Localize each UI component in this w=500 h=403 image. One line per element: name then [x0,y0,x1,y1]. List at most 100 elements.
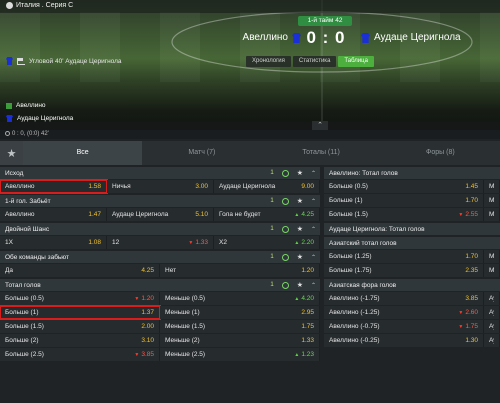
favorite-star-icon[interactable]: ★ [297,169,303,177]
title-bar [0,0,500,13]
odds-cell[interactable]: Больше (1.5) 2.00 [0,320,160,333]
legend-home: Авеллино [16,102,46,109]
outcome-label: Авеллино (-0.25) [329,337,380,344]
odds-cell[interactable]: Меньше (2.5) ▲ 1.23 [160,348,320,361]
odds-cell[interactable]: Больше (2.5) ▼ 3.85 [0,348,160,361]
market-header[interactable]: Исход 1 ★ ⌃ [0,167,320,179]
away-team-name: Аудаце Церигнола [374,32,461,43]
odds-cell[interactable]: Больше (1.75) 2.35 [324,264,484,277]
odds-cell[interactable]: Авеллино (-0.25) 1.30 [324,334,484,347]
link-icon[interactable]: 1 [270,282,273,288]
market-header[interactable]: Обе команды забьют 1 ★ ⌃ [0,251,320,263]
link-icon[interactable]: 1 [270,226,273,232]
market-header[interactable]: Тотал голов 1 ★ ⌃ [0,279,320,291]
market-row: Авеллино (-1.25) ▼2.60 Ауд [324,306,500,319]
odds-cell[interactable]: Гола не будет ▲ 4.25 [214,208,320,221]
link-icon[interactable]: 1 [270,254,273,260]
odds-cell[interactable]: Авеллино (-1.25) ▼ 2.60 [324,306,484,319]
market-row: Больше (2.5) ▼ 3.85 Меньше (2.5) ▲ 1.23 [0,348,320,361]
favorite-star-icon[interactable]: ★ [297,281,303,289]
collapse-chevron-icon[interactable]: ⌃ [311,226,316,233]
favorites-star-icon[interactable]: ★ [0,141,23,165]
info-icon[interactable] [281,169,289,177]
odds-cell[interactable]: Больше (1.25) 1.70 [324,250,484,263]
odds-value: 2.00 [141,323,154,330]
link-icon[interactable]: 1 [270,198,273,204]
market-header[interactable]: Аудаце Церигнола: Тотал голов [324,223,500,235]
market-row: Больше (1) 1.70 Мен [324,194,500,207]
odds-cell[interactable]: Авеллино 1.58 [0,179,108,194]
odds-cell[interactable]: Меньше (1.5) 1.75 [160,320,320,333]
tab-all[interactable]: Все [23,141,143,165]
info-icon[interactable] [281,225,289,233]
favorite-star-icon[interactable]: ★ [297,253,303,261]
odds-cell[interactable]: Меньше (0.5) ▲ 4.20 [160,292,320,305]
info-icon[interactable] [281,253,289,261]
collapse-hero-button[interactable]: ⌃ [312,121,328,130]
market-row: 1Х 1.08 12 ▼ 1.33 Х2 ▲ 2.20 [0,236,320,249]
odds-cell[interactable]: Авеллино 1.47 [0,208,107,221]
outcome-label: 1Х [5,239,13,246]
outcome-label: Меньше (2.5) [165,351,206,358]
market-tools: 1 ★ ⌃ [270,223,316,235]
odds-cell[interactable]: Ауд [484,320,500,333]
odds-cell[interactable]: Больше (1.5) ▼ 2.55 [324,208,484,221]
odds-value: 1.37 [141,309,154,316]
market-header[interactable]: Азиатская фора голов [324,279,500,291]
odds-cell[interactable]: Да 4.25 [0,264,160,277]
tab-handicaps[interactable]: Форы (8) [381,141,500,165]
market-header[interactable]: Азиатский тотал голов [324,237,500,249]
market-header[interactable]: 1-й гол. Забьёт 1 ★ ⌃ [0,195,320,207]
collapse-chevron-icon[interactable]: ⌃ [311,198,316,205]
trend-up-icon: ▲ [294,295,300,302]
odds-cell[interactable]: Аудаце Церигнола 9.00 [214,180,320,193]
view-tab-timeline[interactable]: Хронология [246,56,291,67]
trend-up-icon: ▲ [294,351,300,358]
link-icon[interactable]: 1 [270,170,273,176]
view-tab-stats[interactable]: Статистика [292,56,337,67]
collapse-chevron-icon[interactable]: ⌃ [311,254,316,261]
odds-cell[interactable]: Мен [484,194,500,207]
collapse-chevron-icon[interactable]: ⌃ [311,170,316,177]
tab-totals[interactable]: Тоталы (11) [262,141,381,165]
outcome-label: Меньше (2) [165,337,200,344]
odds-cell[interactable]: Мен [484,264,500,277]
outcome-label: Меньше (0.5) [165,295,206,302]
odds-cell[interactable]: Меньше (2) 1.33 [160,334,320,347]
view-tab-table[interactable]: Таблица [338,56,374,67]
odds-cell[interactable]: Нет 1.20 [160,264,320,277]
odds-cell[interactable]: Меньше (1) 2.95 [160,306,320,319]
odds-cell[interactable]: Мен [484,208,500,221]
odds-value: 1.30 [465,337,478,344]
info-icon[interactable] [281,197,289,205]
favorite-star-icon[interactable]: ★ [297,197,303,205]
odds-cell[interactable]: Мен [484,250,500,263]
league-name: Италия . Серия С [16,2,74,9]
odds-cell[interactable]: Больше (0.5) 1.45 [324,180,484,193]
collapse-chevron-icon[interactable]: ⌃ [311,282,316,289]
odds-cell[interactable]: Авеллино (-0.75) ▼ 1.75 [324,320,484,333]
odds-cell[interactable]: Ничья 3.00 [107,180,214,193]
odds-cell[interactable]: Больше (0.5) ▼ 1.20 [0,292,160,305]
favorite-star-icon[interactable]: ★ [297,225,303,233]
info-icon[interactable] [281,281,289,289]
odds-cell[interactable]: 12 ▼ 1.33 [107,236,214,249]
last-event: Угловой 40' Аудаце Церигнола [6,57,122,65]
odds-cell[interactable]: Ауд [484,334,500,347]
odds-cell[interactable]: Ауд [484,306,500,319]
market-header[interactable]: Двойной Шанс 1 ★ ⌃ [0,223,320,235]
odds-value: 3.85 [141,351,154,358]
odds-cell[interactable]: Больше (1) 1.70 [324,194,484,207]
odds-cell[interactable]: 1Х 1.08 [0,236,107,249]
odds-value: 1.45 [465,183,478,190]
tab-match[interactable]: Матч (7) [142,141,261,165]
market-header[interactable]: Авеллино: Тотал голов [324,167,500,179]
outcome-label: Ничья [112,183,131,190]
odds-cell[interactable]: Авеллино (-1.75) 3.85 [324,292,484,305]
odds-cell[interactable]: Мен [484,180,500,193]
odds-cell[interactable]: Больше (2) 3.10 [0,334,160,347]
odds-cell[interactable]: Больше (1) 1.37 [0,305,161,320]
odds-cell[interactable]: Х2 ▲ 2.20 [214,236,320,249]
odds-cell[interactable]: Ауд [484,292,500,305]
odds-cell[interactable]: Аудаце Церигнола 5.10 [107,208,214,221]
